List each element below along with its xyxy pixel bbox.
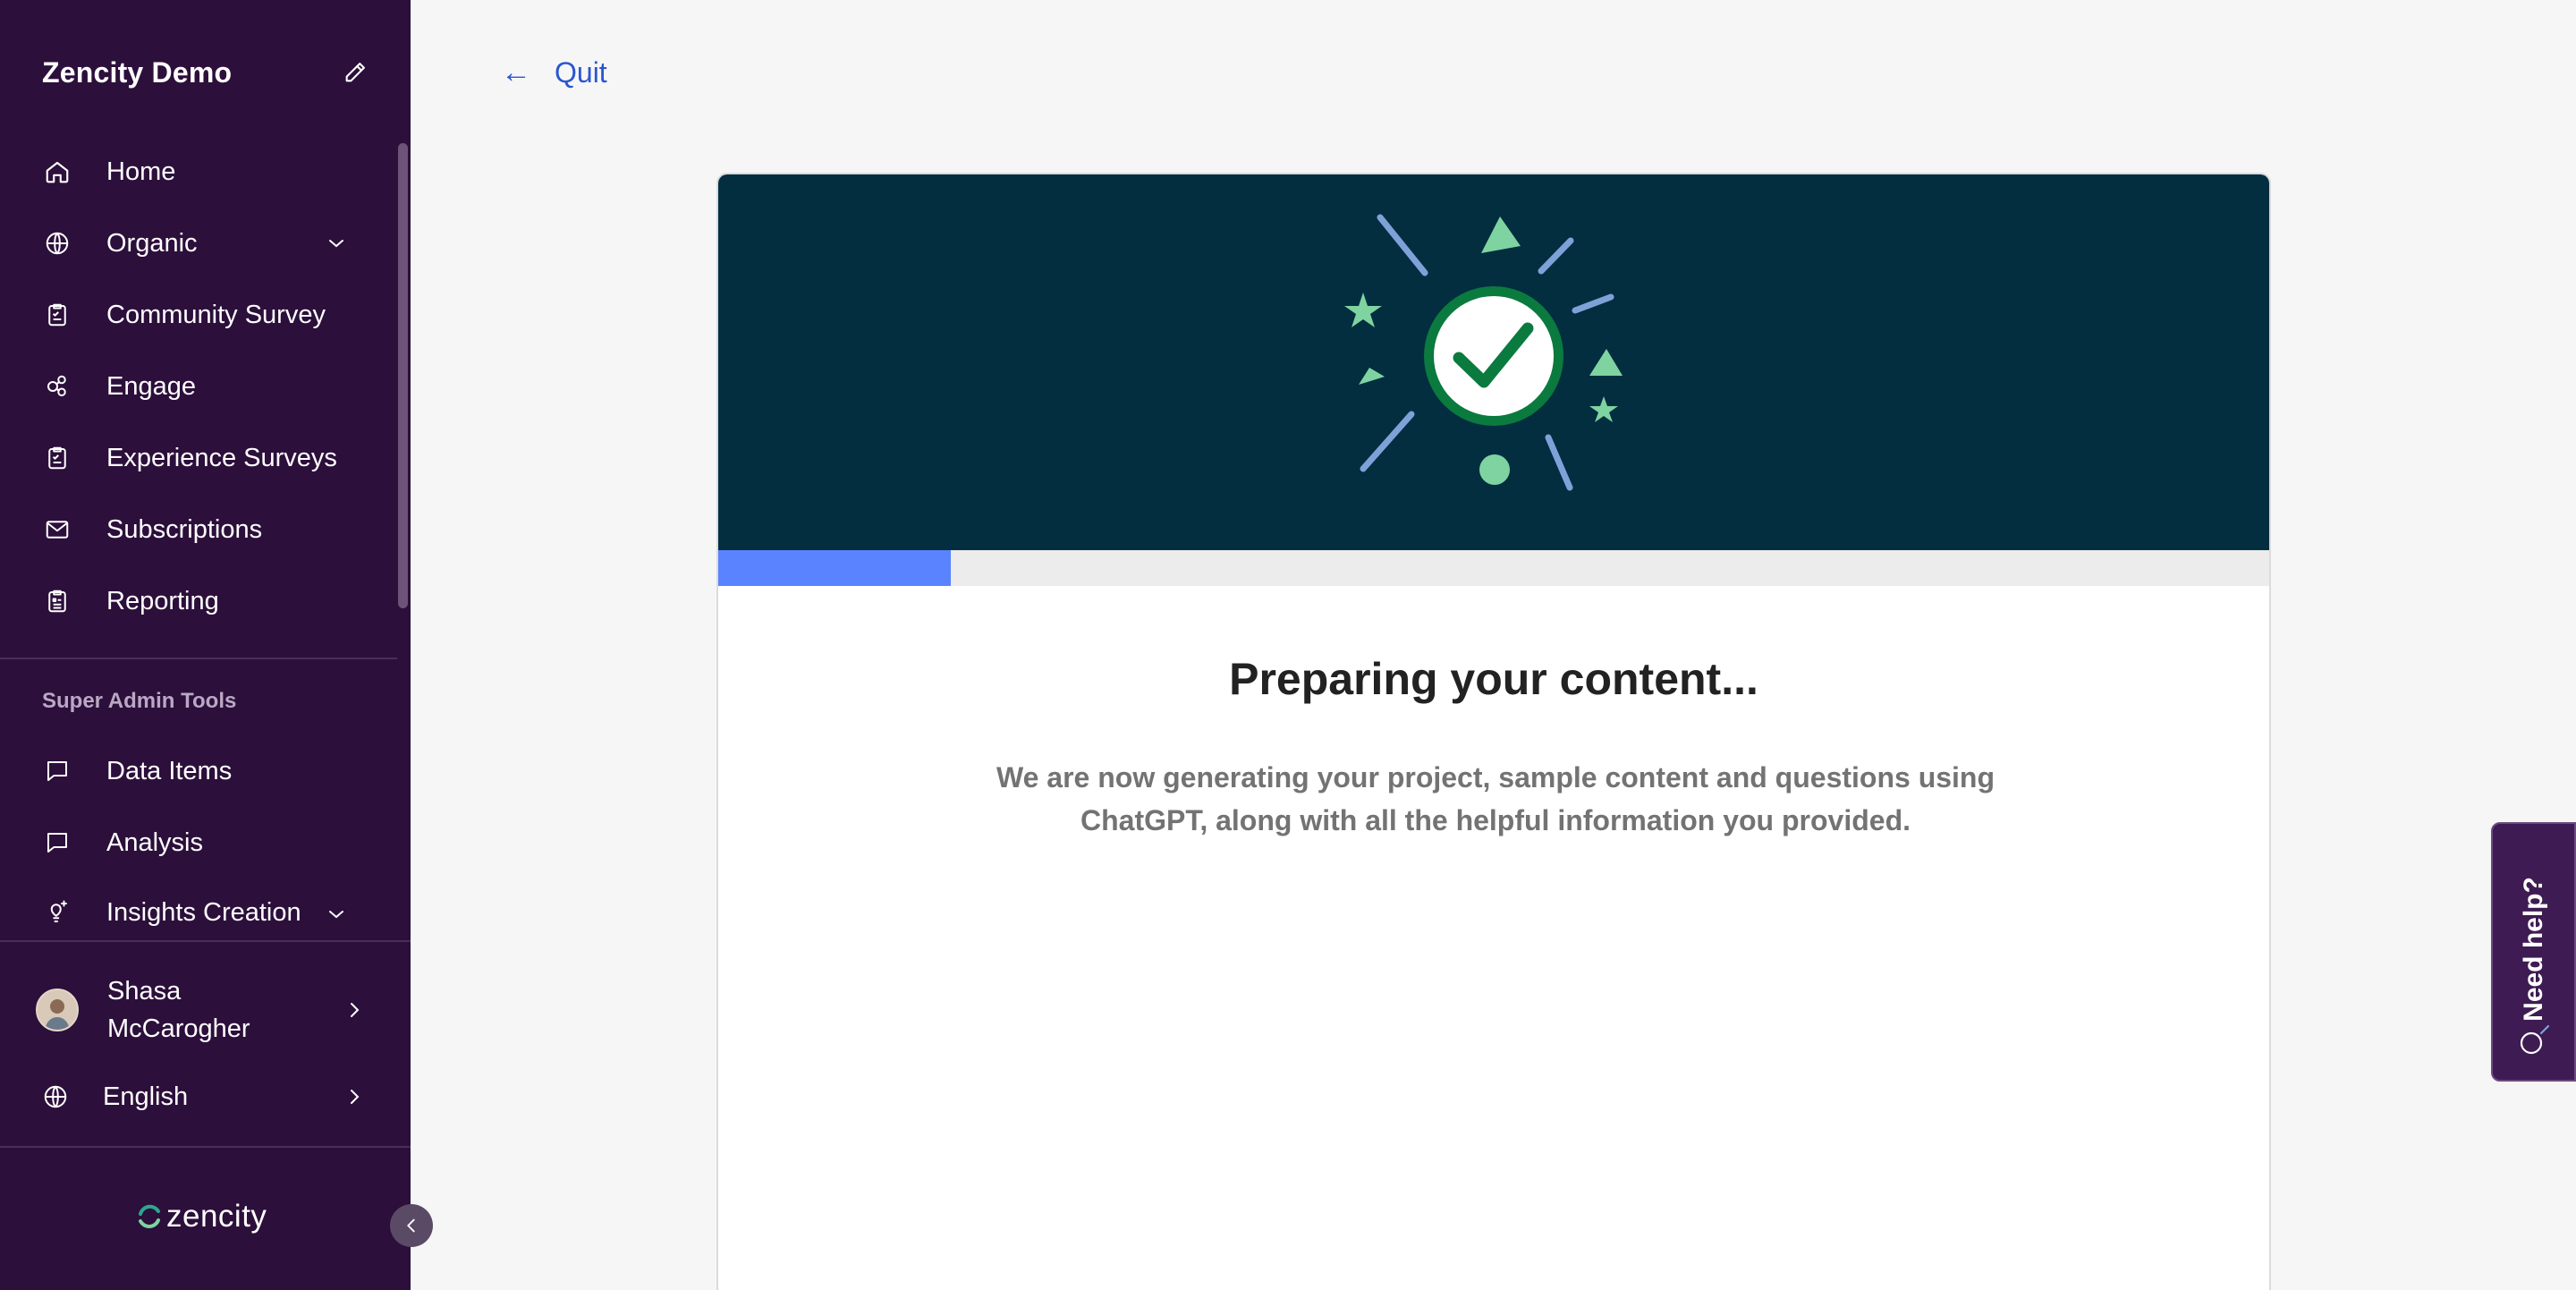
sidebar-item-organic[interactable]: Organic — [0, 215, 394, 272]
quit-label: Quit — [555, 56, 607, 89]
sidebar-item-reporting[interactable]: Reporting — [0, 573, 394, 630]
sidebar-item-label: Community Survey — [106, 300, 326, 329]
user-menu[interactable]: Shasa McCarogher — [36, 970, 376, 1050]
sidebar-divider — [0, 1146, 411, 1148]
sidebar-item-engage[interactable]: Engage — [0, 358, 394, 415]
report-icon — [48, 590, 66, 613]
progress-bar — [718, 550, 2269, 586]
sidebar-item-analysis[interactable]: Analysis — [0, 814, 394, 871]
zencity-logo-icon — [139, 1204, 160, 1228]
need-help-label: Need help? — [2518, 877, 2548, 1022]
engage-icon — [47, 375, 66, 396]
success-illustration — [1344, 214, 1623, 491]
clipboard-icon — [48, 303, 66, 327]
chevron-right-icon — [342, 997, 367, 1023]
clipboard-icon — [48, 446, 66, 470]
chat-bubble-icon — [47, 833, 67, 853]
need-help-button[interactable]: Need help? — [2491, 822, 2576, 1082]
chevron-right-icon — [342, 1084, 367, 1109]
sidebar-section-title: Super Admin Tools — [42, 689, 237, 713]
chevron-down-icon[interactable] — [324, 902, 349, 927]
sidebar-scrollbar[interactable] — [398, 143, 408, 608]
lightbulb-icon — [2520, 1024, 2550, 1055]
progress-bar-fill — [718, 550, 952, 586]
pencil-icon — [345, 63, 365, 82]
sidebar-item-community-survey[interactable]: Community Survey — [0, 286, 394, 344]
sidebar-item-insights-creation[interactable]: Insights Creation — [0, 886, 394, 939]
globe-icon — [46, 232, 69, 255]
content-card: Preparing your content... We are now gen… — [716, 173, 2271, 1290]
sidebar-item-label: Organic — [106, 228, 198, 258]
mail-icon — [46, 521, 69, 539]
globe-icon — [44, 1085, 67, 1108]
sidebar-item-label: Home — [106, 157, 176, 186]
language-selector[interactable]: English — [42, 1070, 376, 1124]
sidebar-item-label: Insights Creation — [106, 897, 301, 927]
sidebar-item-subscriptions[interactable]: Subscriptions — [0, 501, 394, 558]
workspace-title: Zencity Demo — [42, 55, 233, 89]
sidebar-item-experience-surveys[interactable]: Experience Surveys — [0, 429, 394, 487]
description-text: We are now generating your project, samp… — [996, 761, 1996, 836]
arrow-left-icon: ← — [501, 55, 531, 89]
language-label: English — [103, 1082, 189, 1111]
sidebar-item-label: Experience Surveys — [106, 443, 337, 472]
sidebar-divider — [0, 940, 411, 942]
sidebar-item-data-items[interactable]: Data Items — [0, 743, 394, 800]
page-title: Preparing your content... — [1229, 654, 1758, 704]
sidebar-item-label: Subscriptions — [106, 514, 263, 544]
collapse-sidebar-button[interactable] — [390, 1204, 433, 1247]
sidebar-item-label: Analysis — [106, 827, 203, 857]
chevron-down-icon[interactable] — [324, 231, 349, 256]
sidebar-item-label: Data Items — [106, 756, 233, 785]
sidebar-item-home[interactable]: Home — [0, 143, 394, 200]
avatar — [36, 989, 79, 1031]
edit-workspace-button[interactable] — [337, 55, 373, 90]
zencity-logo: zencity — [136, 1199, 267, 1235]
quit-button[interactable]: ← Quit — [501, 55, 607, 90]
user-name: Shasa McCarogher — [107, 977, 250, 1043]
lightbulb-icon — [50, 900, 67, 922]
sidebar-divider — [0, 658, 397, 659]
sidebar-item-label: Reporting — [106, 586, 219, 615]
chevron-left-icon — [407, 1218, 415, 1233]
success-banner — [718, 174, 2269, 550]
sidebar-item-label: Engage — [106, 371, 196, 401]
chat-bubble-icon — [47, 761, 67, 781]
logo-text: zencity — [166, 1199, 267, 1234]
sidebar-header: Zencity Demo — [42, 50, 373, 95]
home-icon — [46, 161, 69, 183]
sidebar: Zencity Demo Home Organic Community Surv… — [0, 0, 411, 1290]
